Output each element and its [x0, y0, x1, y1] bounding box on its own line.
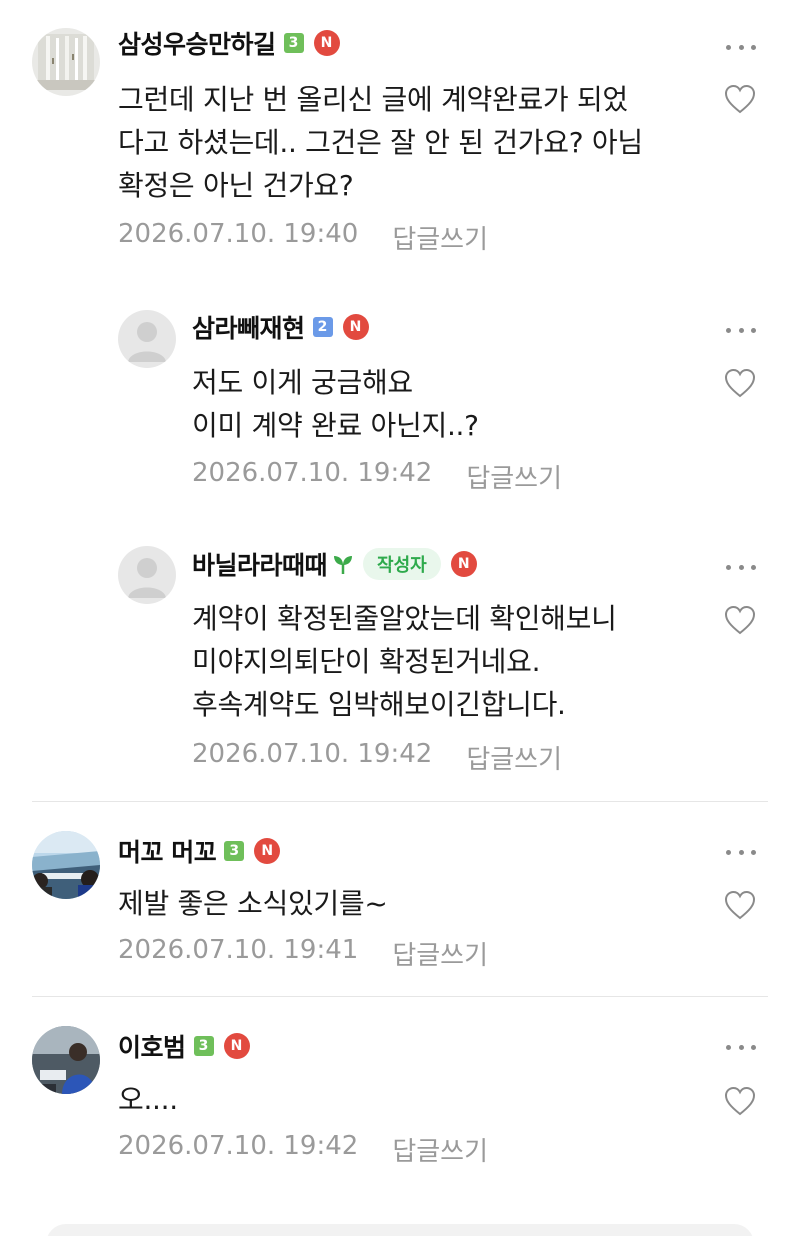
comment-text: 그런데 지난 번 올리신 글에 계약완료가 되었 다고 하셨는데.. 그건은 잘…: [118, 83, 643, 202]
avatar-image: [32, 831, 100, 899]
more-dots-icon[interactable]: [726, 1041, 756, 1053]
new-badge: N: [313, 30, 340, 56]
avatar[interactable]: [118, 310, 176, 368]
heart-outline-icon[interactable]: [724, 84, 756, 114]
comment-date: 2026.07.10. 19:40: [118, 219, 359, 249]
new-badge: N: [254, 838, 281, 864]
avatar-image: [32, 1026, 100, 1094]
nickname-row: 삼라빼재현 2 N: [192, 310, 369, 344]
nickname-row: 삼성우승만하길 3 N: [118, 26, 340, 60]
nickname[interactable]: 삼라빼재현: [192, 309, 305, 345]
avatar[interactable]: [32, 1026, 100, 1094]
comment-meta: 2026.07.10. 19:42 답글쓰기: [192, 739, 562, 776]
author-tag: 작성자: [363, 548, 441, 580]
more-dots-icon[interactable]: [726, 41, 756, 53]
reply-button[interactable]: 답글쓰기: [392, 219, 488, 256]
heart-outline-icon[interactable]: [724, 1086, 756, 1116]
level-badge: 2: [312, 317, 333, 337]
avatar[interactable]: [118, 546, 176, 604]
nickname-row: 바닐라라때때 작성자 N: [192, 547, 477, 581]
comment-date: 2026.07.10. 19:41: [118, 935, 359, 965]
comment-text: 저도 이게 궁금해요 이미 계약 완료 아닌지..?: [192, 366, 479, 442]
heart-outline-icon[interactable]: [724, 605, 756, 635]
more-dots-icon[interactable]: [726, 561, 756, 573]
nickname[interactable]: 바닐라라때때: [192, 546, 328, 582]
reply-button[interactable]: 답글쓰기: [392, 1131, 488, 1168]
sprout-icon: [333, 553, 353, 575]
comment-date: 2026.07.10. 19:42: [118, 1131, 359, 1161]
nickname[interactable]: 머꼬 머꼬: [118, 833, 217, 869]
default-avatar-icon: [118, 310, 176, 368]
nickname-row: 머꼬 머꼬 3 N: [118, 833, 281, 869]
comment-meta: 2026.07.10. 19:42 답글쓰기: [192, 458, 562, 495]
more-dots-icon[interactable]: [726, 324, 756, 336]
comment-divider: [32, 996, 768, 997]
comment-date: 2026.07.10. 19:42: [192, 458, 433, 488]
heart-outline-icon[interactable]: [724, 368, 756, 398]
avatar-image: [32, 28, 100, 96]
nickname[interactable]: 삼성우승만하길: [118, 25, 276, 61]
comment-text: 계약이 확정된줄알았는데 확인해보니 미야지의퇴단이 확정된거네요. 후속계약도…: [192, 602, 617, 721]
comment-meta: 2026.07.10. 19:41 답글쓰기: [118, 935, 488, 972]
level-badge: 3: [193, 1036, 214, 1056]
avatar[interactable]: [32, 831, 100, 899]
nickname-row: 이호범 3 N: [118, 1029, 250, 1063]
comment-input-bar[interactable]: [46, 1224, 754, 1236]
reply-button[interactable]: 답글쓰기: [466, 458, 562, 495]
comment-text: 오....: [118, 1083, 178, 1116]
level-badge: 3: [224, 841, 245, 861]
reply-button[interactable]: 답글쓰기: [392, 935, 488, 972]
avatar[interactable]: [32, 28, 100, 96]
comment-meta: 2026.07.10. 19:40 답글쓰기: [118, 219, 488, 256]
new-badge: N: [342, 314, 369, 340]
comment-date: 2026.07.10. 19:42: [192, 739, 433, 769]
comment-divider: [32, 801, 768, 802]
heart-outline-icon[interactable]: [724, 890, 756, 920]
new-badge: N: [450, 551, 477, 577]
nickname[interactable]: 이호범: [118, 1028, 186, 1064]
comment-text: 제발 좋은 소식있기를~: [118, 887, 388, 920]
default-avatar-icon: [118, 546, 176, 604]
level-badge: 3: [283, 33, 304, 53]
comment-meta: 2026.07.10. 19:42 답글쓰기: [118, 1131, 488, 1168]
new-badge: N: [223, 1033, 250, 1059]
more-dots-icon[interactable]: [726, 846, 756, 858]
reply-button[interactable]: 답글쓰기: [466, 739, 562, 776]
